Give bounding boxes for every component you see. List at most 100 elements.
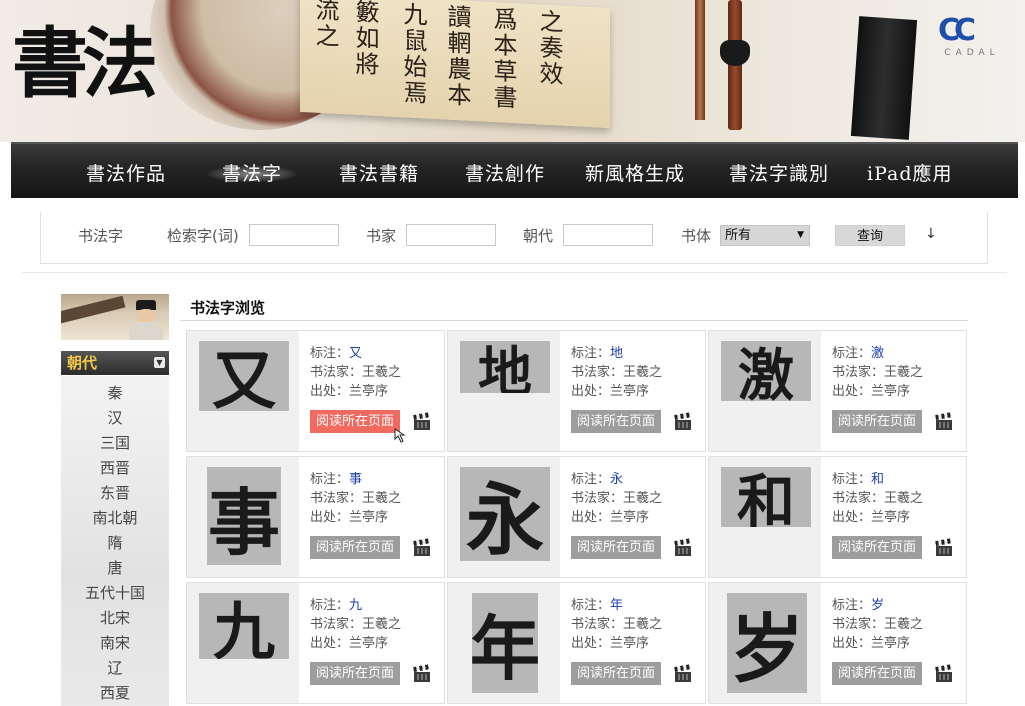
style-select-value: 所有 [725, 228, 752, 243]
read-page-button[interactable]: 阅读所在页面 [571, 536, 662, 559]
source-label: 出处： [832, 636, 872, 651]
dropdown-arrow-icon: ▼ [797, 230, 804, 240]
dynasty-item[interactable]: 秦 [61, 381, 169, 406]
nav-item-new-style[interactable]: 新風格生成 [585, 144, 685, 200]
character-annotation-link[interactable]: 事 [349, 472, 362, 487]
calligrapher-name: 王羲之 [362, 365, 402, 380]
site-logo[interactable]: 書法 [12, 6, 158, 122]
sort-arrow-icon[interactable]: ↓ [925, 226, 937, 242]
annotation-label: 标注： [832, 598, 872, 613]
character-annotation-link[interactable]: 地 [610, 346, 623, 361]
character-image[interactable]: 又 [199, 341, 289, 411]
source-name: 兰亭序 [610, 636, 650, 651]
clapperboard-icon[interactable] [935, 664, 952, 682]
clapperboard-icon[interactable] [413, 412, 430, 430]
character-annotation-link[interactable]: 又 [349, 346, 362, 361]
source-label: 出处： [571, 510, 611, 525]
clapperboard-icon[interactable] [674, 538, 691, 556]
nav-item-works[interactable]: 書法作品 [86, 144, 166, 200]
character-annotation-link[interactable]: 岁 [871, 598, 884, 613]
character-card: 永标注：永 书法家：王羲之 出处：兰亭序 阅读所在页面 [447, 456, 706, 578]
dynasty-item[interactable]: 西夏 [61, 681, 169, 706]
read-page-button[interactable]: 阅读所在页面 [571, 662, 662, 685]
dynasty-item[interactable]: 西晋 [61, 456, 169, 481]
keyword-input[interactable] [249, 224, 339, 246]
source-name: 兰亭序 [610, 384, 650, 399]
author-label: 书法家： [310, 617, 363, 632]
clapperboard-icon[interactable] [674, 412, 691, 430]
sidebar-portrait-image [61, 294, 169, 340]
annotation-label: 标注： [832, 472, 872, 487]
cadal-logo[interactable]: CC CADAL [938, 14, 1006, 60]
character-card: 和标注：和 书法家：王羲之 出处：兰亭序 阅读所在页面 [708, 456, 967, 578]
divider [22, 272, 1007, 273]
clapperboard-icon[interactable] [935, 538, 952, 556]
dynasty-item[interactable]: 南宋 [61, 631, 169, 656]
clapperboard-icon[interactable] [413, 538, 430, 556]
character-card: 九标注：九 书法家：王羲之 出处：兰亭序 阅读所在页面 [186, 582, 445, 704]
search-section-label: 书法字 [78, 227, 124, 245]
dynasty-label: 朝代 [523, 227, 554, 245]
annotation-label: 标注： [832, 346, 872, 361]
character-card: 岁标注：岁 书法家：王羲之 出处：兰亭序 阅读所在页面 [708, 582, 967, 704]
character-annotation-link[interactable]: 年 [610, 598, 623, 613]
divider [180, 320, 968, 321]
read-page-button[interactable]: 阅读所在页面 [832, 536, 923, 559]
clapperboard-icon[interactable] [413, 664, 430, 682]
character-image[interactable]: 年 [472, 593, 538, 693]
scroll-text: 讀輞農本 [443, 3, 471, 109]
character-card: 事标注：事 书法家：王羲之 出处：兰亭序 阅读所在页面 [186, 456, 445, 578]
clapperboard-icon[interactable] [674, 664, 691, 682]
character-image[interactable]: 激 [721, 341, 811, 401]
dynasty-list: 秦 汉 三国 西晋 东晋 南北朝 隋 唐 五代十国 北宋 南宋 辽 西夏 [61, 376, 169, 706]
nav-item-characters[interactable]: 書法字 [207, 144, 297, 200]
query-button[interactable]: 查询 [835, 225, 905, 246]
character-annotation-link[interactable]: 九 [349, 598, 362, 613]
character-annotation-link[interactable]: 永 [610, 472, 623, 487]
dynasty-item[interactable]: 三国 [61, 431, 169, 456]
source-name: 兰亭序 [871, 384, 911, 399]
character-image[interactable]: 永 [460, 467, 550, 561]
source-name: 兰亭序 [871, 510, 911, 525]
nav-item-recognition[interactable]: 書法字識別 [729, 144, 829, 200]
dynasty-item[interactable]: 南北朝 [61, 506, 169, 531]
dynasty-item[interactable]: 隋 [61, 531, 169, 556]
style-select[interactable]: 所有 ▼ [720, 225, 810, 246]
author-input[interactable] [406, 224, 496, 246]
character-annotation-link[interactable]: 激 [871, 346, 884, 361]
character-image[interactable]: 岁 [727, 593, 807, 693]
scroll-text: 之奏效 [535, 8, 563, 88]
character-image[interactable]: 九 [199, 593, 289, 659]
character-image[interactable]: 事 [207, 467, 281, 565]
character-image[interactable]: 地 [460, 341, 550, 393]
nav-item-books[interactable]: 書法書籍 [339, 144, 419, 200]
read-page-button[interactable]: 阅读所在页面 [832, 662, 923, 685]
nav-item-ipad[interactable]: iPad應用 [867, 144, 953, 200]
scroll-text: 籔如將 [351, 0, 379, 79]
source-label: 出处： [832, 510, 872, 525]
dynasty-input[interactable] [563, 224, 653, 246]
calligrapher-name: 王羲之 [623, 365, 663, 380]
nav-item-creation[interactable]: 書法創作 [465, 144, 545, 200]
character-image[interactable]: 和 [721, 467, 811, 527]
read-page-button[interactable]: 阅读所在页面 [310, 536, 401, 559]
read-page-button[interactable]: 阅读所在页面 [571, 410, 662, 433]
read-page-button[interactable]: 阅读所在页面 [832, 410, 923, 433]
dynasty-item[interactable]: 辽 [61, 656, 169, 681]
dynasty-item[interactable]: 五代十国 [61, 581, 169, 606]
calligrapher-name: 王羲之 [884, 365, 924, 380]
dynasty-item[interactable]: 北宋 [61, 606, 169, 631]
clapperboard-icon[interactable] [935, 412, 952, 430]
dynasty-filter-title: 朝代 [67, 354, 98, 372]
dynasty-filter-header[interactable]: 朝代 ▼ [61, 351, 169, 375]
dynasty-item[interactable]: 汉 [61, 406, 169, 431]
source-label: 出处： [832, 384, 872, 399]
annotation-label: 标注： [310, 346, 350, 361]
dynasty-item[interactable]: 唐 [61, 556, 169, 581]
source-name: 兰亭序 [349, 384, 389, 399]
read-page-button[interactable]: 阅读所在页面 [310, 662, 401, 685]
character-annotation-link[interactable]: 和 [871, 472, 884, 487]
read-page-button[interactable]: 阅读所在页面 [310, 410, 401, 433]
dynasty-item[interactable]: 东晋 [61, 481, 169, 506]
author-label: 书法家： [571, 491, 624, 506]
